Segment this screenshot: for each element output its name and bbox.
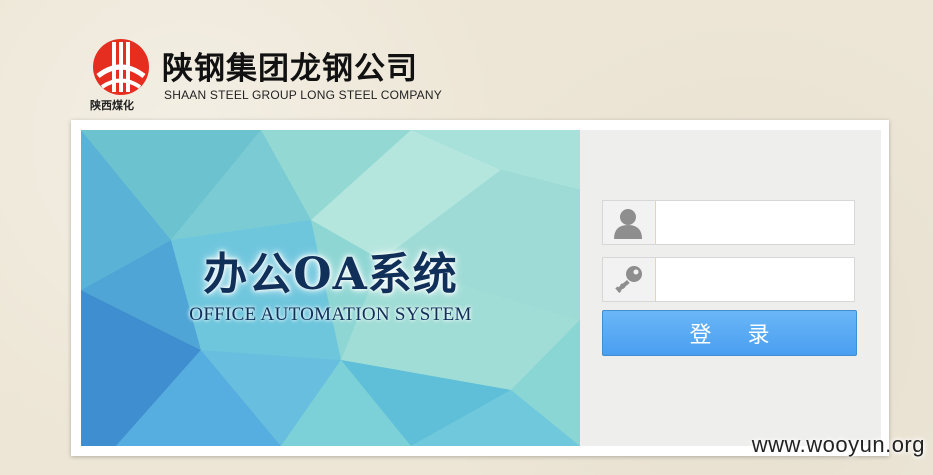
company-name-cn: 陕钢集团龙钢公司 xyxy=(162,51,418,87)
password-icon-box xyxy=(603,258,656,301)
key-icon xyxy=(615,266,642,293)
login-panel: 办公OA系统 OFFICE AUTOMATION SYSTEM 登录 xyxy=(71,120,889,456)
user-icon xyxy=(614,209,642,239)
username-input[interactable] xyxy=(659,201,853,246)
login-button[interactable]: 登录 xyxy=(602,310,857,356)
header: 陕西煤化 陕钢集团龙钢公司 SHAAN STEEL GROUP LONG STE… xyxy=(90,36,470,116)
company-name-en: SHAAN STEEL GROUP LONG STEEL COMPANY xyxy=(164,88,442,102)
username-field xyxy=(602,200,855,246)
login-form: 登录 xyxy=(580,130,881,446)
system-subtitle: OFFICE AUTOMATION SYSTEM xyxy=(189,304,472,325)
password-input[interactable] xyxy=(659,258,853,303)
company-logo-icon xyxy=(93,39,149,95)
banner: 办公OA系统 OFFICE AUTOMATION SYSTEM xyxy=(81,130,580,446)
system-title: 办公OA系统 xyxy=(203,249,458,300)
password-field xyxy=(602,257,855,303)
logo-caption: 陕西煤化 xyxy=(90,100,134,112)
watermark: www.wooyun.org xyxy=(751,432,925,457)
username-icon-box xyxy=(603,201,656,244)
